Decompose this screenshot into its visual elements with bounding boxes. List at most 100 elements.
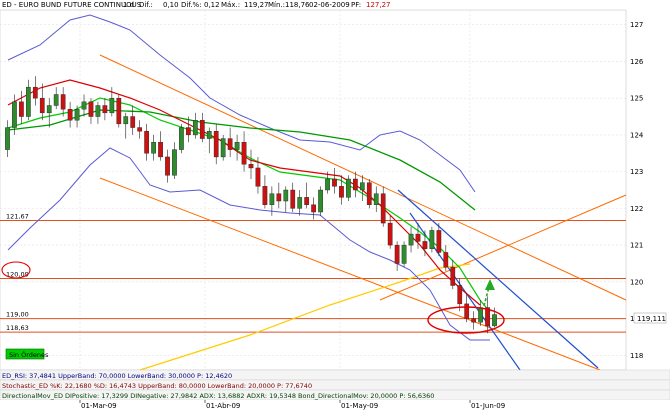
candle-body bbox=[408, 233, 414, 246]
level-label-3: 119,00 bbox=[6, 311, 29, 319]
candle-bear bbox=[116, 94, 122, 128]
candle-body bbox=[25, 86, 31, 117]
y-tick-label: 124 bbox=[630, 131, 644, 139]
candle-body bbox=[478, 307, 483, 323]
candle-body bbox=[415, 233, 421, 242]
candle-body bbox=[46, 105, 52, 114]
candle-body bbox=[255, 167, 261, 187]
candle-body bbox=[311, 204, 316, 213]
orders-button-label: Sin Órdenes bbox=[9, 350, 49, 359]
candle-body bbox=[165, 156, 170, 176]
candle-body bbox=[81, 101, 87, 110]
header-pct-value: 0,12 bbox=[204, 1, 220, 9]
candle-body bbox=[339, 186, 344, 198]
candle-body bbox=[67, 108, 73, 121]
header-pf-label: PF: bbox=[351, 1, 361, 9]
candle-body bbox=[144, 131, 149, 154]
candle-body bbox=[464, 303, 470, 319]
x-tick-label: 01-Jun-09 bbox=[471, 402, 505, 410]
y-tick-label: 123 bbox=[630, 168, 643, 176]
candle-body bbox=[297, 197, 303, 209]
price-chart[interactable]: ED - EURO BUND FUTURE CONTINUOUS 1 d Dif… bbox=[0, 0, 670, 410]
candle-body bbox=[179, 127, 184, 150]
candle-body bbox=[248, 164, 254, 169]
candle-body bbox=[60, 94, 66, 110]
candle-body bbox=[346, 178, 351, 198]
candle-body bbox=[102, 105, 108, 114]
candle-body bbox=[471, 318, 477, 323]
candle-bear bbox=[366, 178, 372, 209]
candle-body bbox=[186, 127, 191, 136]
candle-body bbox=[234, 142, 240, 150]
candle-body bbox=[450, 266, 456, 286]
candle-body bbox=[116, 97, 122, 125]
plot-area bbox=[0, 9, 627, 371]
candle-body bbox=[123, 116, 129, 125]
candle-body bbox=[172, 149, 177, 176]
candle-body bbox=[332, 178, 337, 187]
header-max-label: Máx.: bbox=[221, 1, 240, 9]
candle-body bbox=[5, 127, 10, 150]
candle-body bbox=[290, 189, 296, 209]
y-tick-label: 125 bbox=[630, 95, 643, 103]
header-interval: 1 d bbox=[123, 1, 134, 9]
header-symbol: ED - EURO BUND FUTURE CONTINUOUS bbox=[2, 1, 142, 9]
y-tick-label: 120 bbox=[630, 278, 643, 286]
candle-body bbox=[394, 244, 400, 264]
header-min-label: Mín.: bbox=[268, 1, 285, 9]
header-date: 02-06-2009 bbox=[309, 1, 350, 9]
y-tick-label: 122 bbox=[630, 205, 643, 213]
header-pf-value: 127,27 bbox=[366, 1, 391, 9]
last-price-label: 119,111 bbox=[637, 315, 666, 323]
candle-bull bbox=[401, 241, 407, 268]
candle-body bbox=[130, 116, 136, 128]
candle-body bbox=[325, 178, 330, 191]
x-tick-label: 01-Mar-09 bbox=[81, 402, 117, 410]
candle-body bbox=[227, 138, 233, 150]
candle-body bbox=[39, 97, 45, 114]
header-min-value: 118,76 bbox=[285, 1, 310, 9]
chart-window: ED - EURO BUND FUTURE CONTINUOUS 1 d Dif… bbox=[0, 0, 670, 410]
header-dif-value: 0,10 bbox=[163, 1, 179, 9]
candle-body bbox=[220, 138, 226, 158]
level-label-4: 118,63 bbox=[6, 324, 29, 332]
candle-body bbox=[366, 182, 372, 205]
candle-body bbox=[283, 189, 289, 202]
candle-body bbox=[304, 197, 310, 205]
candle-bull bbox=[346, 175, 351, 202]
x-tick-label: 01-May-09 bbox=[341, 402, 378, 410]
candle-body bbox=[199, 120, 205, 139]
candle-body bbox=[12, 101, 17, 128]
rsi-text: ED_RSI: 37,4841 UpperBand: 70,0000 Lower… bbox=[2, 372, 232, 380]
candle-bull bbox=[179, 123, 184, 154]
candle-body bbox=[276, 193, 282, 202]
y-tick-label: 127 bbox=[630, 21, 643, 29]
header-pct-label: Dif.%: bbox=[181, 1, 202, 9]
candle-body bbox=[353, 178, 358, 191]
candle-body bbox=[53, 94, 59, 106]
candle-body bbox=[151, 142, 156, 154]
header-max-value: 119,27 bbox=[244, 1, 269, 9]
candle-body bbox=[137, 127, 143, 132]
candle-body bbox=[401, 244, 407, 264]
candle-body bbox=[19, 101, 24, 117]
y-axis: 118119120121122123124125126127 bbox=[630, 21, 644, 360]
dmi-text: DirectionalMov_ED DIPositive: 17,3299 DI… bbox=[2, 392, 434, 400]
candle-body bbox=[241, 142, 247, 165]
candle-body bbox=[359, 182, 365, 191]
y-tick-label: 121 bbox=[630, 242, 643, 250]
candle-body bbox=[213, 131, 219, 158]
y-tick-label: 126 bbox=[630, 58, 644, 66]
candle-body bbox=[318, 189, 323, 213]
candle-body bbox=[74, 108, 80, 121]
candle-body bbox=[32, 86, 38, 99]
candle-body bbox=[436, 230, 442, 253]
level-label-1: 121,67 bbox=[6, 212, 29, 220]
candle-bull bbox=[318, 186, 323, 216]
candle-body bbox=[269, 193, 275, 205]
candle-bull bbox=[220, 134, 226, 161]
candle-body bbox=[373, 193, 379, 205]
candle-body bbox=[158, 142, 163, 158]
candle-body bbox=[95, 105, 101, 117]
candle-body bbox=[206, 131, 212, 139]
